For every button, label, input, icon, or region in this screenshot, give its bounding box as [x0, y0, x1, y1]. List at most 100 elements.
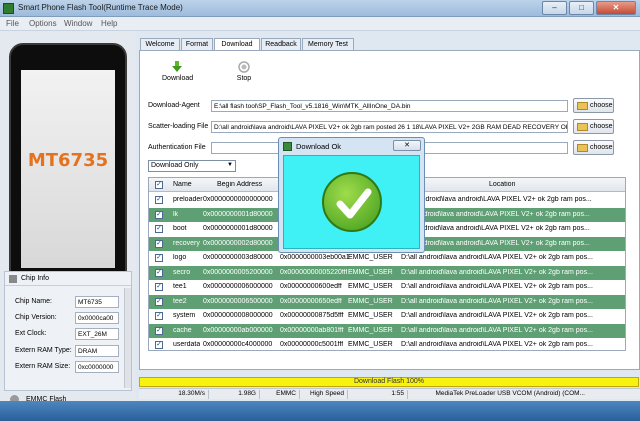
phone-screen: MT6735 [21, 70, 115, 268]
download-arrow-icon [172, 61, 182, 72]
choose-label: choose [590, 102, 613, 109]
cell-begin: 0x0000000002d80000 [203, 239, 273, 247]
row-checkbox[interactable]: ✓ [155, 210, 163, 219]
download-tool-label: Download [162, 75, 194, 82]
scatter-choose-button[interactable]: choose [573, 119, 614, 134]
cell-location: ...\all android\lava android\LAVA PIXEL … [401, 196, 592, 203]
phone-image: MT6735 [9, 43, 127, 293]
chip-info-panel: Chip Info Chip Name: MT6735 Chip Version… [4, 271, 132, 391]
cell-end: 0x00000000875d5fff [280, 312, 344, 319]
row-checkbox[interactable]: ✓ [155, 341, 163, 349]
tab-welcome[interactable]: Welcome [140, 38, 180, 50]
cell-end: 0x00000000650edff [280, 297, 342, 305]
menu-file[interactable]: File [6, 19, 19, 28]
tab-readback[interactable]: Readback [261, 38, 301, 50]
download-tool-button[interactable]: Download [162, 61, 194, 82]
app-icon [3, 3, 14, 14]
row-checkbox[interactable]: ✓ [155, 239, 163, 248]
table-row[interactable]: ✓ secro 0x0000000005200000 0x00000000005220… [149, 265, 625, 280]
cell-begin: 0x0000000005200000 [203, 268, 273, 276]
dialog-app-icon [283, 142, 292, 151]
dialog-title: Download Ok [296, 142, 342, 151]
chip-info-header: Chip Info [5, 272, 131, 286]
chip-info-title: Chip Info [21, 275, 50, 282]
dialog-close-button[interactable]: ✕ [393, 140, 421, 151]
status-size: 1.98G [209, 390, 260, 399]
cell-begin: 0x0000000003d80000 [203, 254, 273, 261]
cell-end: 0x00000000c5001fff [280, 341, 344, 348]
cell-end: 0x00000000600edff [280, 283, 342, 290]
close-button[interactable]: ✕ [596, 1, 636, 15]
tab-format[interactable]: Format [181, 38, 213, 50]
row-checkbox[interactable]: ✓ [155, 312, 163, 320]
cell-end: 0x00000000ab801fff [280, 326, 344, 334]
cell-location: D:\all android\lava android\LAVA PIXEL V… [401, 268, 593, 276]
cell-begin: 0x0000000006500000 [203, 297, 273, 305]
cell-region: EMMC_USER [348, 326, 393, 334]
menu-options[interactable]: Options [29, 19, 57, 28]
chip-name-label: Chip Name: [15, 298, 52, 305]
chevron-down-icon: ▼ [227, 162, 233, 168]
cell-region: EMMC_USER [348, 268, 393, 276]
row-checkbox[interactable]: ✓ [155, 225, 163, 233]
row-checkbox[interactable]: ✓ [155, 326, 163, 335]
chip-version-field: 0x0000ca00 [75, 312, 119, 324]
title-bar: Smart Phone Flash Tool(Runtime Trace Mod… [0, 0, 640, 17]
menu-window[interactable]: Window [64, 19, 92, 28]
table-row[interactable]: ✓ userdata 0x00000000c4000000 0x00000000c50… [149, 338, 625, 350]
cell-location: D:\all android\lava android\LAVA PIXEL V… [401, 297, 593, 305]
cell-end: 0x0000000003eb00a1 [280, 254, 350, 261]
col-location: Location [489, 181, 516, 188]
select-all-checkbox[interactable]: ✓ [155, 181, 163, 189]
col-name: Name [173, 181, 192, 188]
tab-memory-test[interactable]: Memory Test [302, 38, 354, 50]
ext-clock-label: Ext Clock: [15, 330, 47, 337]
table-row[interactable]: ✓ tee1 0x0000000006000000 0x00000000600edff… [149, 280, 625, 294]
cell-name: tee1 [173, 283, 187, 290]
chip-info-scrollbar[interactable] [124, 288, 131, 388]
chip-label: MT6735 [27, 150, 109, 171]
minimize-button[interactable]: – [542, 1, 567, 15]
cell-name: system [173, 312, 196, 319]
ram-type-field: DRAM [75, 345, 119, 357]
cell-name: logo [173, 254, 187, 261]
auth-choose-button[interactable]: choose [573, 140, 614, 155]
table-row[interactable]: ✓ system 0x0000000008000000 0x00000000875d5… [149, 309, 625, 323]
ram-size-label: Extern RAM Size: [15, 363, 71, 370]
download-mode-select[interactable]: Download Only ▼ [148, 160, 236, 172]
menu-help[interactable]: Help [101, 19, 117, 28]
auth-file-label: Authentication File [148, 144, 206, 151]
ram-type-label: Extern RAM Type: [15, 347, 72, 354]
status-bar: 18.30M/s 1.98G EMMC High Speed 1:55 Medi… [139, 388, 640, 399]
table-row[interactable]: ✓ cache 0x00000000ab000000 0x00000000ab801f… [149, 323, 625, 338]
download-agent-choose-button[interactable]: choose [573, 98, 614, 113]
scatter-file-field[interactable]: D:\all android\lava android\LAVA PIXEL V… [211, 121, 568, 133]
choose-label: choose [590, 123, 613, 130]
cell-begin: 0x0000000008000000 [203, 312, 273, 319]
scatter-file-label: Scatter-loading File [148, 123, 209, 130]
row-checkbox[interactable]: ✓ [155, 254, 163, 262]
table-row[interactable]: ✓ logo 0x0000000003d80000 0x0000000003eb00a… [149, 251, 625, 265]
stop-tool-button[interactable]: Stop [232, 61, 256, 82]
cell-begin: 0x0000000000000000 [203, 196, 273, 203]
chip-name-field: MT6735 [75, 296, 119, 308]
row-checkbox[interactable]: ✓ [155, 297, 163, 306]
row-checkbox[interactable]: ✓ [155, 268, 163, 277]
flash-tool-window: Smart Phone Flash Tool(Runtime Trace Mod… [0, 0, 640, 421]
row-checkbox[interactable]: ✓ [155, 283, 163, 291]
table-row[interactable]: ✓ tee2 0x0000000006500000 0x00000000650edff… [149, 294, 625, 309]
row-checkbox[interactable]: ✓ [155, 196, 163, 204]
ext-clock-field: EXT_26M [75, 328, 119, 340]
cell-name: lk [173, 210, 179, 218]
cell-name: tee2 [173, 297, 187, 305]
checkmark-icon [322, 172, 382, 232]
cell-location: D:\all android\lava android\LAVA PIXEL V… [401, 254, 593, 261]
download-mode-value: Download Only [151, 162, 199, 169]
stop-icon [238, 61, 250, 73]
cell-begin: 0x0000000001d80000 [203, 225, 273, 232]
download-agent-field[interactable]: E:\all flash tool\SP_Flash_Tool_v5.1816_… [211, 100, 568, 112]
maximize-button[interactable]: □ [569, 1, 594, 15]
cell-name: recovery [173, 239, 200, 247]
cell-begin: 0x00000000c4000000 [203, 341, 273, 348]
cell-region: EMMC_USER [348, 283, 393, 290]
